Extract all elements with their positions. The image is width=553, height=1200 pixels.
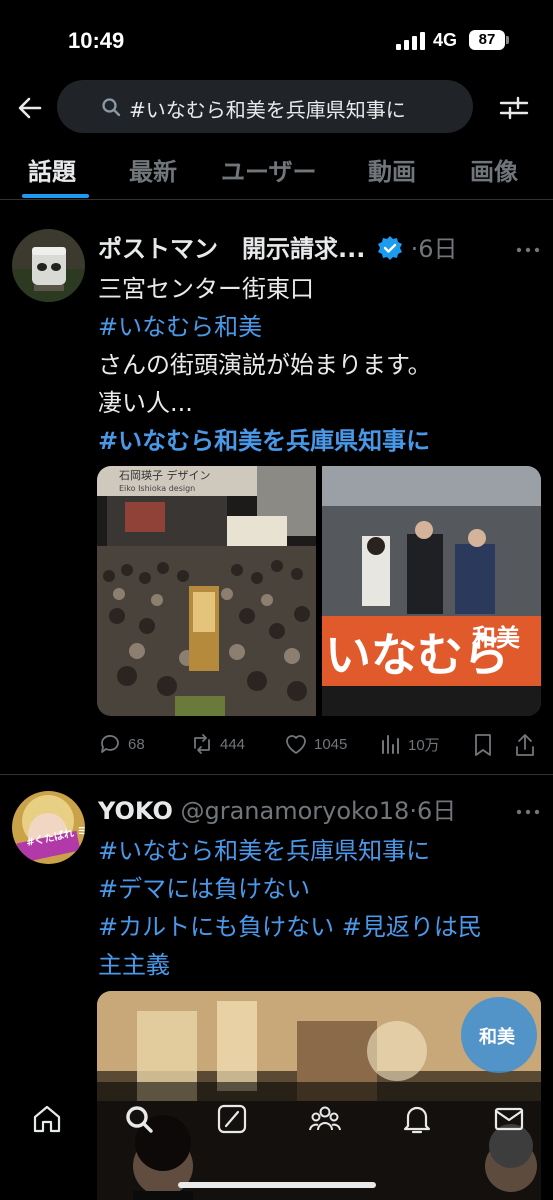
avatar[interactable]: #くたばれ ミンシー — [12, 791, 85, 864]
media-badge-text: 和美 — [479, 1026, 515, 1048]
search-query: #いなむら和美を兵庫県知事に — [129, 98, 406, 122]
views-icon — [382, 735, 399, 754]
verified-badge-icon — [378, 236, 402, 260]
notifications-icon[interactable] — [400, 1102, 434, 1136]
grok-icon[interactable] — [215, 1102, 249, 1136]
tweet-text-line: 三宮センター街東口 — [98, 275, 314, 303]
repost-count: 444 — [220, 735, 246, 753]
tweet-header: ポストマン 開示請求... ·6日 — [98, 229, 458, 264]
repost-icon — [194, 734, 210, 754]
post-time: ·6日 — [409, 797, 457, 825]
signal-icon — [396, 32, 426, 50]
view-count: 10万 — [408, 736, 440, 754]
tweet-item[interactable]: ポストマン 開示請求... ·6日 三宮センター街東口 #いなむら和美 さんの街… — [0, 213, 553, 773]
hashtag-link[interactable]: #いなむら和美を兵庫県知事に — [98, 831, 430, 866]
reply-count: 68 — [128, 735, 145, 753]
home-indicator[interactable] — [178, 1182, 376, 1188]
reply-icon — [101, 735, 119, 753]
share-button[interactable] — [514, 733, 542, 757]
status-time: 10:49 — [68, 28, 125, 53]
hashtag-link[interactable]: 主主義 — [98, 945, 170, 980]
user-name[interactable]: ポストマン 開示請求... — [98, 235, 365, 263]
store-sign-sub: Eiko Ishioka design — [119, 484, 195, 493]
tab-latest[interactable]: 最新 — [129, 152, 177, 187]
tab-users[interactable]: ユーザー — [221, 152, 317, 187]
tweet-media[interactable]: 石岡瑛子 デザイン Eiko Ishioka design いなむら 和美 — [97, 466, 541, 716]
status-bar: 10:49 4G 87 — [0, 0, 553, 80]
tab-videos[interactable]: 動画 — [368, 152, 416, 187]
communities-icon[interactable] — [308, 1102, 342, 1136]
tweet-header: YOKO @granamoryoko18·6日 — [98, 791, 456, 826]
tab-trending[interactable]: 話題 — [28, 152, 76, 187]
bookmark-icon — [475, 734, 491, 756]
hashtag-link[interactable]: #カルトにも負けない #見返りは民 — [98, 907, 482, 942]
tweet-text-line: さんの街頭演説が始まります。 — [98, 351, 432, 379]
avatar[interactable] — [12, 229, 85, 302]
media-photos: 石岡瑛子 デザイン Eiko Ishioka design いなむら 和美 — [97, 466, 541, 716]
tab-images[interactable]: 画像 — [470, 152, 518, 187]
banner-right-text: 和美 — [472, 624, 520, 652]
battery-tip — [506, 36, 509, 44]
battery-icon: 87 — [469, 30, 505, 50]
search-tabs: 話題 最新 ユーザー 動画 画像 — [0, 140, 553, 200]
tweet-text-line: 凄い人... — [98, 389, 193, 417]
hashtag-link[interactable]: #デマには負けない — [98, 869, 310, 904]
heart-icon — [286, 735, 306, 754]
share-icon — [516, 734, 534, 756]
more-options-icon[interactable] — [515, 802, 541, 815]
messages-icon[interactable] — [492, 1102, 526, 1136]
user-handle[interactable]: @granamoryoko18 — [181, 797, 410, 825]
post-time: ·6日 — [410, 235, 458, 263]
user-name[interactable]: YOKO — [98, 797, 173, 825]
tweet-actions: 68 444 1045 10万 — [98, 733, 538, 763]
views-button[interactable]: 10万 — [380, 733, 440, 755]
repost-button[interactable]: 444 — [190, 733, 245, 755]
filter-settings-icon[interactable] — [496, 90, 532, 126]
reply-button[interactable]: 68 — [98, 733, 145, 755]
like-button[interactable]: 1045 — [284, 733, 347, 755]
hashtag-link[interactable]: #いなむら和美を兵庫県知事に — [98, 421, 430, 456]
network-type: 4G — [433, 30, 458, 50]
search-icon[interactable] — [122, 1102, 156, 1136]
search-input[interactable]: #いなむら和美を兵庫県知事に — [57, 80, 473, 133]
hashtag-link[interactable]: #いなむら和美 — [98, 307, 262, 342]
bookmark-button[interactable] — [472, 733, 500, 757]
home-icon[interactable] — [30, 1102, 64, 1136]
search-icon — [102, 98, 121, 117]
active-tab-indicator — [22, 194, 89, 198]
back-arrow-icon[interactable] — [12, 90, 48, 126]
store-sign: 石岡瑛子 デザイン — [119, 468, 211, 482]
more-options-icon[interactable] — [515, 240, 541, 253]
like-count: 1045 — [314, 735, 348, 753]
search-header: #いなむら和美を兵庫県知事に — [0, 80, 553, 136]
